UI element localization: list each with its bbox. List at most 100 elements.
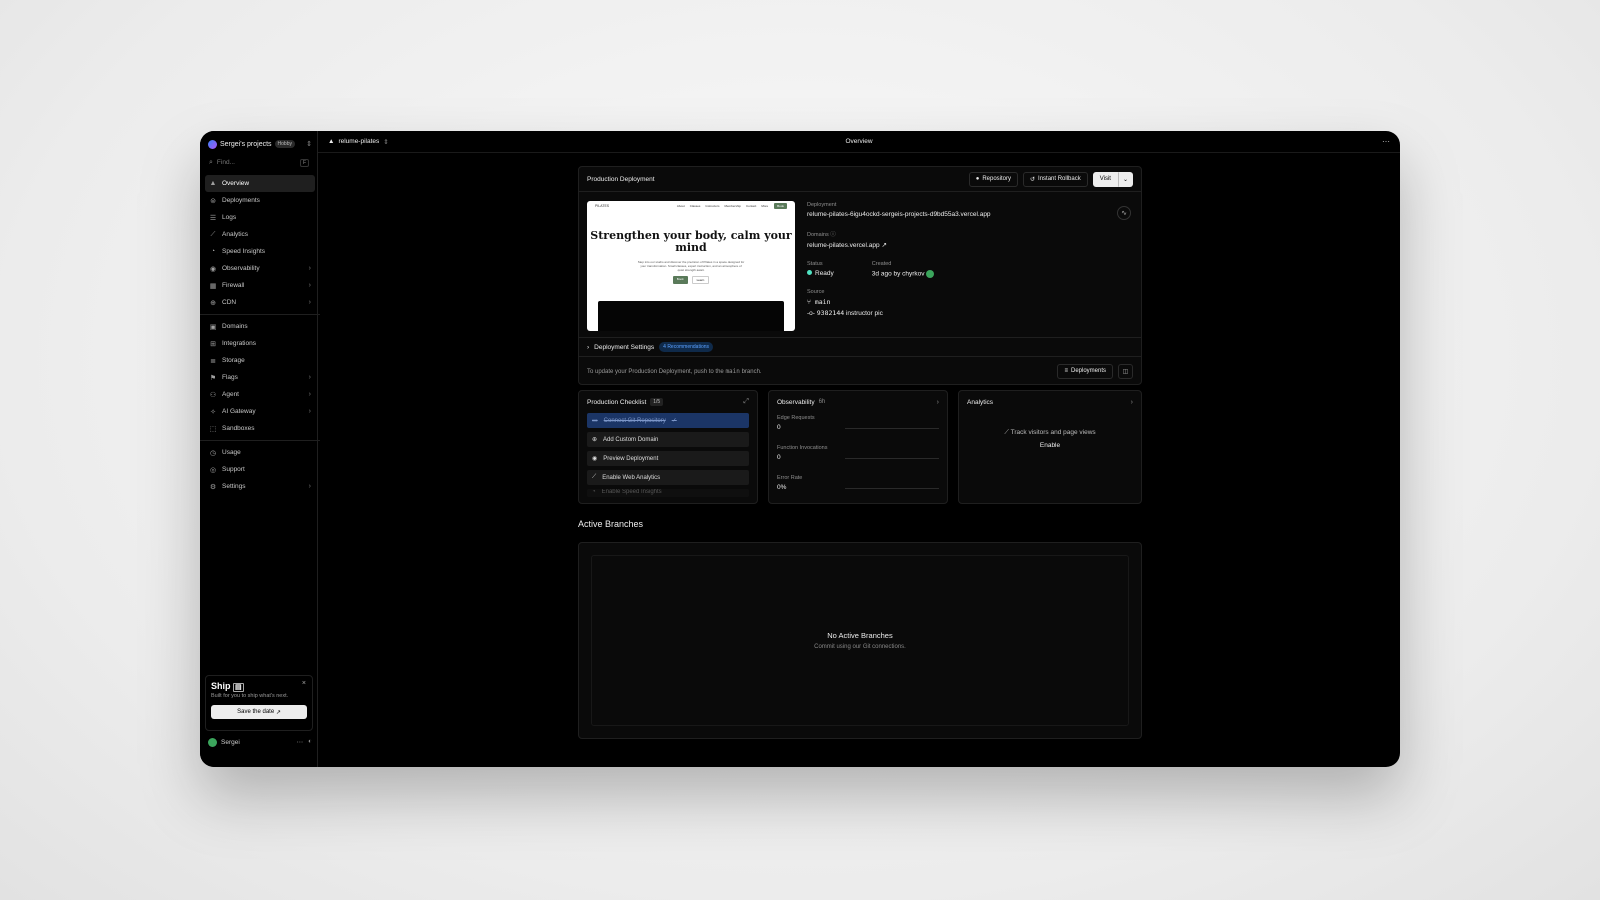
domains-label: Domains ⓘ [807,232,836,238]
checklist-title: Production Checklist [587,398,647,406]
analytics-title: Analytics [967,398,994,406]
sidebar-item-sandboxes[interactable]: ⬚ Sandboxes [205,420,315,437]
sidebar-item-support[interactable]: ◎ Support [205,461,315,478]
notification-icon[interactable]: ◐ [308,738,312,746]
source-branch[interactable]: ⑂ main [807,298,1127,306]
visit-label: Visit [1099,176,1111,182]
status-badge: Ready [807,270,834,277]
gauge-icon: ◔ [592,489,596,495]
sidebar-item-analytics[interactable]: ⟋ Analytics [205,226,315,243]
chevron-right-icon: › [308,408,311,415]
visit-button[interactable]: Visit [1092,171,1118,187]
deployment-label: Deployment [807,202,837,208]
triangle-icon: ▲ [328,138,335,145]
status-label: Status [807,261,823,267]
sidebar-item-ai-gateway[interactable]: ✧ AI Gateway › [205,403,315,420]
list-icon: ☰ [209,214,217,222]
metric-label: Error Rate [777,475,803,481]
user-menu[interactable]: Sergei ⋯ ◐ [208,736,312,748]
enable-analytics-link[interactable]: Enable [959,442,1141,449]
checklist-item-connect-git[interactable]: ▭ Connect Git Repository ✓ [587,413,749,428]
sidebar-item-observability[interactable]: ◉ Observability › [205,260,315,277]
checklist-item-add-domain[interactable]: ⊕ Add Custom Domain [587,432,749,447]
eye-icon: ◉ [209,265,217,273]
activity-icon[interactable]: ∿ [1117,206,1131,220]
preview-button-primary: Book [672,276,688,284]
preview-heading: Strengthen your body, calm your mind [590,229,792,254]
sidebar-item-storage[interactable]: ≣ Storage [205,352,315,369]
triangle-icon: ▲ [209,180,217,187]
domain-link[interactable]: relume-pilates.vercel.app ↗ [807,241,1127,249]
sidebar-item-deployments[interactable]: ⊜ Deployments [205,192,315,209]
preview-logo: PILATES [595,204,610,208]
database-icon: ≣ [210,357,216,365]
sidebar-item-label: Overview [222,180,250,187]
sidebar-item-label: Agent [222,391,239,398]
sidebar-item-label: Firewall [222,282,245,289]
panel-toggle-icon[interactable]: ◫ [1118,363,1133,379]
chevron-right-icon: › [308,483,311,490]
source-commit[interactable]: -o- 9382144 instructor pic [807,309,1127,317]
active-branches-title: Active Branches [578,519,644,529]
user-name: Sergei [221,738,240,746]
branch-icon: ⑂ [807,298,811,306]
check-icon: ✓ [671,418,677,424]
sidebar-item-logs[interactable]: ☰ Logs [205,209,315,226]
save-the-date-button[interactable]: Save the date ↗ [211,705,307,719]
expand-icon[interactable]: ⤢ [743,398,749,406]
filter-icon: ≡ [1064,368,1068,374]
chevron-right-icon: › [308,391,311,398]
more-icon[interactable]: ⋯ [1382,137,1390,146]
sidebar-item-overview[interactable]: ▲ Overview [205,175,315,192]
deployments-button[interactable]: ≡ Deployments [1057,363,1113,379]
visit-dropdown[interactable]: ⌄ [1117,171,1133,187]
project-selector[interactable]: ▲ relume-pilates ⇕ [328,138,389,146]
metric-error-rate: Error Rate 0% [769,473,947,503]
sidebar-item-settings[interactable]: ⚙ Settings › [205,478,315,495]
sidebar-item-agent[interactable]: ⚇ Agent › [205,386,315,403]
more-icon[interactable]: ⋯ [297,738,304,746]
sidebar-item-firewall[interactable]: ▦ Firewall › [205,277,315,294]
deployment-url[interactable]: relume-pilates-6igu4ockd-sergeis-project… [807,211,1127,218]
sidebar-item-label: Deployments [222,197,260,204]
instant-rollback-label: Instant Rollback [1038,176,1081,182]
checklist-item-web-analytics[interactable]: ⟋ Enable Web Analytics [587,470,749,485]
sidebar-item-usage[interactable]: ◷ Usage [205,444,315,461]
chevron-updown-icon: ⇕ [383,138,389,146]
status-dot [807,270,812,275]
checklist-item-preview[interactable]: ◉ Preview Deployment [587,451,749,466]
deployment-info: Deployment relume-pilates-6igu4ockd-serg… [807,202,1127,317]
project-switcher[interactable]: Sergei's projects Hobby ⇕ [208,137,312,151]
sidebar-item-cdn[interactable]: ⊕ CDN › [205,294,315,311]
production-deployment-card: Production Deployment ● Repository ↺ Insta… [578,166,1142,385]
observability-range: 6h [818,399,826,405]
sidebar: Sergei's projects Hobby ⇕ ⌕ Find... F ▲ O… [200,131,320,767]
sidebar-item-flags[interactable]: ⚑ Flags › [205,369,315,386]
sidebar-item-integrations[interactable]: ⊞ Integrations [205,335,315,352]
empty-state-title: No Active Branches [827,631,893,640]
chevron-down-icon: ⌄ [1122,176,1128,183]
ship-subtitle: Built for you to ship what's next. [211,693,289,699]
sidebar-item-speed-insights[interactable]: ◔ Speed Insights [205,243,315,260]
instant-rollback-button[interactable]: ↺ Instant Rollback [1023,171,1088,187]
analytics-card[interactable]: Analytics › ⟋ Track visitors and page vi… [958,390,1142,504]
sidebar-item-domains[interactable]: ▣ Domains [205,318,315,335]
deployment-settings-toggle[interactable]: › Deployment Settings 4 Recommendations [579,337,1141,357]
gear-icon: ⚙ [209,483,217,491]
preview-nav: PILATES About Classes Instructors Member… [587,201,795,211]
observability-card[interactable]: Observability 6h › Edge Requests 0 Funct… [768,390,948,504]
github-icon: ● [975,176,980,182]
checklist-item-speed-insights[interactable]: ◔ Enable Speed Insights [587,489,749,497]
avatar [926,270,935,278]
sparkline [845,458,939,459]
deployment-preview[interactable]: PILATES About Classes Instructors Member… [587,201,795,331]
repository-button[interactable]: ● Repository [968,171,1018,187]
deployments-button-label: Deployments [1070,368,1106,374]
info-icon[interactable]: ⓘ [830,232,836,238]
find-input[interactable]: ⌕ Find... F [205,156,313,169]
topbar: ▲ relume-pilates ⇕ Overview ⋯ [318,131,1400,153]
firewall-icon: ▦ [209,282,217,290]
sidebar-item-label: Support [222,466,245,473]
close-icon[interactable]: × [302,680,306,687]
repository-button-label: Repository [982,176,1011,182]
